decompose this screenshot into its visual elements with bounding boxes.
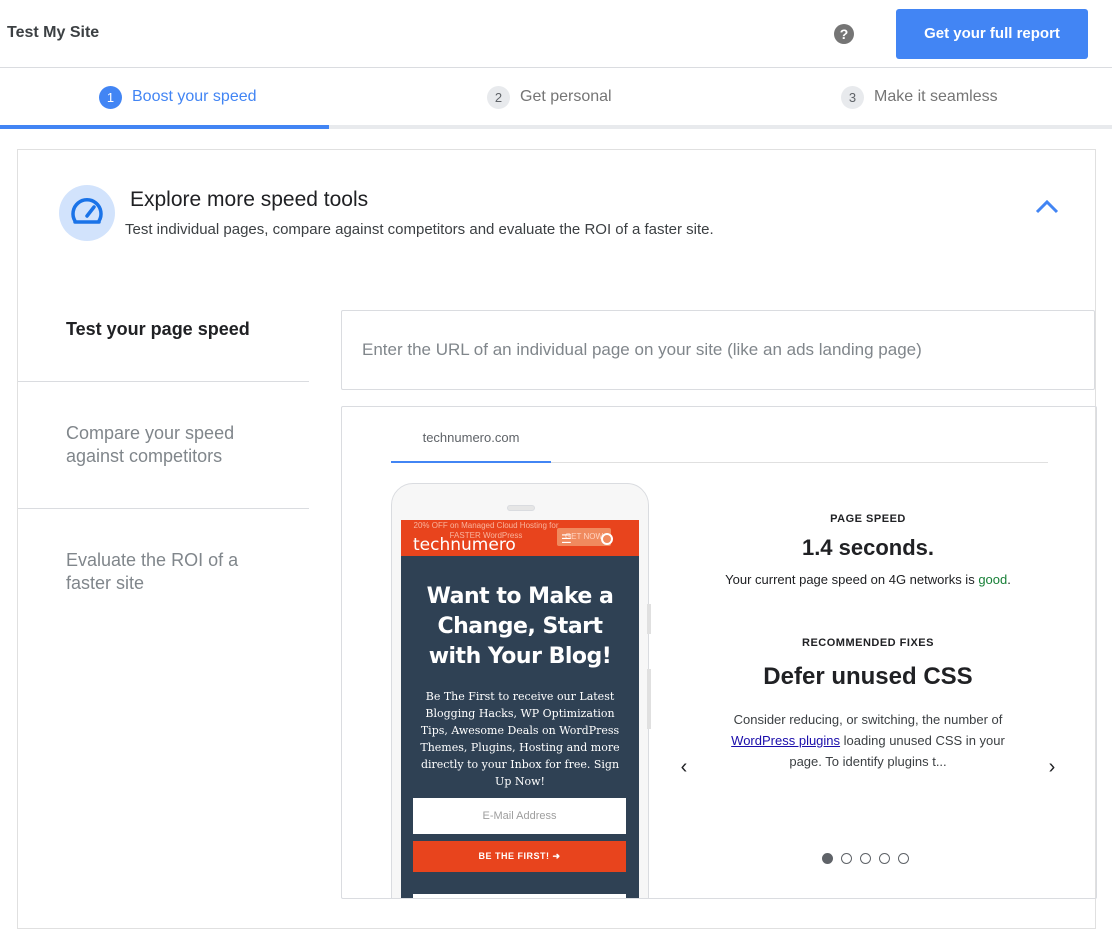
card-subtitle: Test individual pages, compare against c…	[125, 221, 714, 238]
active-step-indicator	[0, 125, 329, 129]
preview-body-text: Be The First to receive our Latest Blogg…	[420, 690, 620, 788]
preview-logo: technumero	[413, 535, 516, 555]
phone-side-button	[647, 604, 651, 634]
preview-footer-strip	[413, 894, 626, 898]
page-speed-description: Your current page speed on 4G networks i…	[698, 572, 1038, 587]
step-tabs: 1 Boost your speed 2 Get personal 3 Make…	[0, 69, 1112, 131]
step-number: 2	[487, 85, 510, 109]
phone-speaker	[507, 505, 535, 511]
page-speed-rating: good	[978, 572, 1008, 587]
page-speed-text-end: .	[1007, 572, 1011, 587]
previous-fix-arrow-icon[interactable]: ‹	[676, 757, 692, 777]
chevron-up-icon[interactable]	[1034, 198, 1060, 216]
step-tab-get-personal[interactable]: 2 Get personal	[487, 85, 612, 109]
hamburger-icon: ☰	[561, 532, 572, 546]
card-title: Explore more speed tools	[130, 188, 369, 211]
tool-compare-competitors[interactable]: Compare your speed against competitors	[18, 382, 309, 509]
phone-side-button	[647, 669, 651, 729]
fix-description: Consider reducing, or switching, the num…	[718, 709, 1018, 772]
result-panel: technumero.com 20% OFF on Managed Cloud …	[341, 406, 1097, 899]
step-label: Make it seamless	[874, 88, 998, 105]
phone-preview: 20% OFF on Managed Cloud Hosting for FAS…	[391, 483, 651, 898]
carousel-dot[interactable]	[860, 853, 871, 864]
tool-label: Compare your speed against competitors	[66, 423, 235, 466]
preview-email-field: E-Mail Address	[413, 798, 626, 834]
fix-title: Defer unused CSS	[763, 663, 973, 690]
step-number: 3	[841, 85, 864, 109]
recommended-fixes-label: RECOMMENDED FIXES	[802, 637, 934, 649]
speed-tools-card: Explore more speed tools Test individual…	[17, 149, 1097, 929]
step-tab-make-seamless[interactable]: 3 Make it seamless	[841, 85, 998, 109]
site-screenshot: 20% OFF on Managed Cloud Hosting for FAS…	[401, 520, 639, 898]
carousel-dot[interactable]	[879, 853, 890, 864]
carousel-dot[interactable]	[822, 853, 833, 864]
step-number: 1	[99, 85, 122, 109]
next-fix-arrow-icon[interactable]: ›	[1044, 757, 1060, 777]
step-label: Get personal	[520, 88, 612, 105]
speedometer-icon	[59, 185, 115, 241]
top-bar: Test My Site ? Get your full report	[0, 0, 1112, 68]
app-title: Test My Site	[7, 24, 100, 41]
search-icon	[601, 533, 613, 545]
carousel-dot[interactable]	[841, 853, 852, 864]
page-speed-text: Your current page speed on 4G networks i…	[725, 572, 979, 587]
page-url-input[interactable]	[341, 310, 1095, 390]
step-label: Boost your speed	[132, 88, 257, 105]
preview-cta-button: BE THE FIRST! ➜	[413, 841, 626, 872]
page-speed-label: PAGE SPEED	[830, 513, 906, 525]
carousel-dots	[822, 853, 909, 864]
page-speed-value: 1.4 seconds.	[801, 535, 935, 560]
step-tab-boost-speed[interactable]: 1 Boost your speed	[99, 85, 257, 109]
tool-test-page-speed[interactable]: Test your page speed	[18, 300, 309, 382]
active-tab-indicator	[391, 461, 551, 463]
preview-heading: Want to Make a Change, Start with Your B…	[426, 584, 614, 669]
fix-text: Consider reducing, or switching, the num…	[733, 712, 1003, 727]
carousel-dot[interactable]	[898, 853, 909, 864]
wordpress-plugins-link[interactable]: WordPress plugins	[731, 733, 840, 748]
tool-label: Test your page speed	[66, 319, 250, 339]
help-icon[interactable]: ?	[834, 24, 854, 44]
get-full-report-button[interactable]: Get your full report	[896, 9, 1088, 59]
tool-label: Evaluate the ROI of a faster site	[66, 550, 239, 593]
tool-evaluate-roi[interactable]: Evaluate the ROI of a faster site	[18, 509, 309, 629]
tab-site-result[interactable]: technumero.com	[391, 407, 551, 463]
